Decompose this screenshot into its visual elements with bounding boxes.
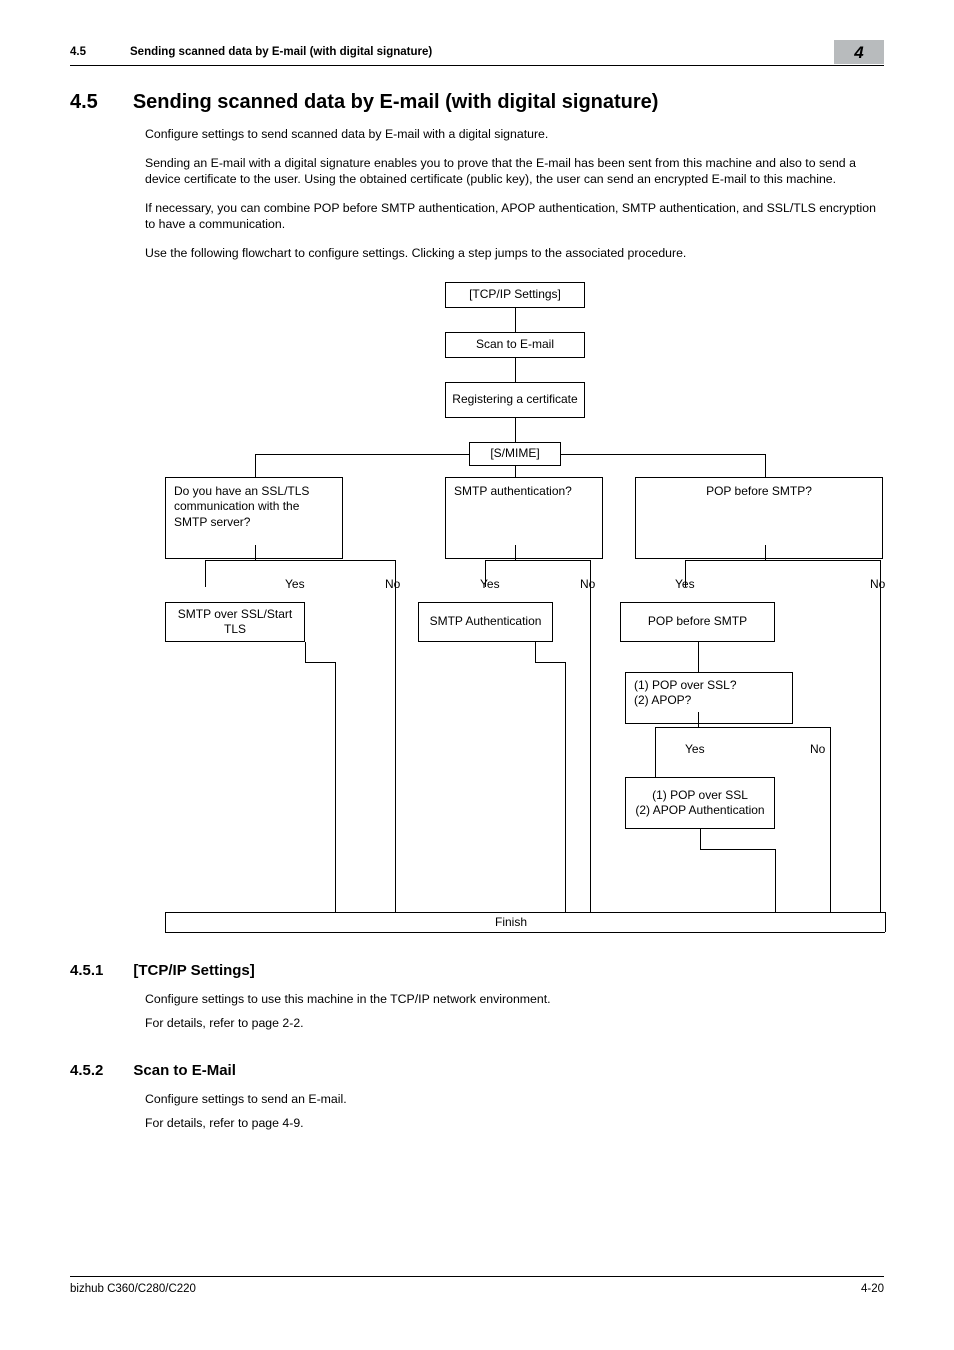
h2-num-2: 4.5.2	[70, 1062, 103, 1079]
lbl-yes-3: Yes	[675, 577, 695, 591]
header-section-num: 4.5	[70, 46, 100, 58]
chapter-tab: 4	[834, 40, 884, 64]
flow-ssl-a[interactable]: SMTP over SSL/Start TLS	[165, 602, 305, 642]
flow-pop-q2: (1) POP over SSL? (2) APOP?	[625, 672, 793, 724]
flow-tcpip[interactable]: [TCP/IP Settings]	[445, 282, 585, 308]
flow-ssl-q: Do you have an SSL/TLS communication wit…	[165, 477, 343, 559]
page-header: 4.5 Sending scanned data by E-mail (with…	[70, 40, 884, 66]
lbl-yes-2: Yes	[480, 577, 500, 591]
intro-p4: Use the following flowchart to configure…	[145, 245, 884, 262]
flow-smtp-a[interactable]: SMTP Authentication	[418, 602, 553, 642]
footer-product: bizhub C360/C280/C220	[70, 1283, 196, 1295]
sub1-p1: Configure settings to use this machine i…	[145, 991, 884, 1008]
flowchart: [TCP/IP Settings] Scan to E-mail Registe…	[145, 282, 885, 932]
intro-p3: If necessary, you can combine POP before…	[145, 200, 884, 233]
h2-num-1: 4.5.1	[70, 962, 103, 979]
flow-finish: Finish	[495, 915, 527, 929]
h2-title-1: [TCP/IP Settings]	[133, 962, 254, 979]
sub2-p1: Configure settings to send an E-mail.	[145, 1091, 884, 1108]
sub2-p2: For details, refer to page 4-9.	[145, 1115, 884, 1132]
intro-p1: Configure settings to send scanned data …	[145, 126, 884, 143]
lbl-yes-1: Yes	[285, 577, 305, 591]
lbl-no-2: No	[580, 577, 595, 591]
h1-num: 4.5	[70, 91, 98, 114]
h1-title: Sending scanned data by E-mail (with dig…	[133, 91, 659, 114]
h2-title-2: Scan to E-Mail	[133, 1062, 236, 1079]
flow-smtp-q: SMTP authentication?	[445, 477, 603, 559]
page-footer: bizhub C360/C280/C220 4-20	[70, 1276, 884, 1295]
lbl-no-4: No	[810, 742, 825, 756]
lbl-yes-4: Yes	[685, 742, 705, 756]
flow-pop-q: POP before SMTP?	[635, 477, 883, 559]
intro-p2: Sending an E-mail with a digital signatu…	[145, 155, 884, 188]
footer-page: 4-20	[861, 1283, 884, 1295]
flow-smime[interactable]: [S/MIME]	[469, 442, 561, 466]
sub1-p2: For details, refer to page 2-2.	[145, 1015, 884, 1032]
flow-cert[interactable]: Registering a certificate	[445, 382, 585, 418]
header-section-title: Sending scanned data by E-mail (with dig…	[130, 46, 432, 58]
flow-pop-a2[interactable]: (1) POP over SSL (2) APOP Authentication	[625, 777, 775, 829]
flow-pop-a[interactable]: POP before SMTP	[620, 602, 775, 642]
lbl-no-3: No	[870, 577, 885, 591]
lbl-no-1: No	[385, 577, 400, 591]
flow-scan[interactable]: Scan to E-mail	[445, 332, 585, 358]
